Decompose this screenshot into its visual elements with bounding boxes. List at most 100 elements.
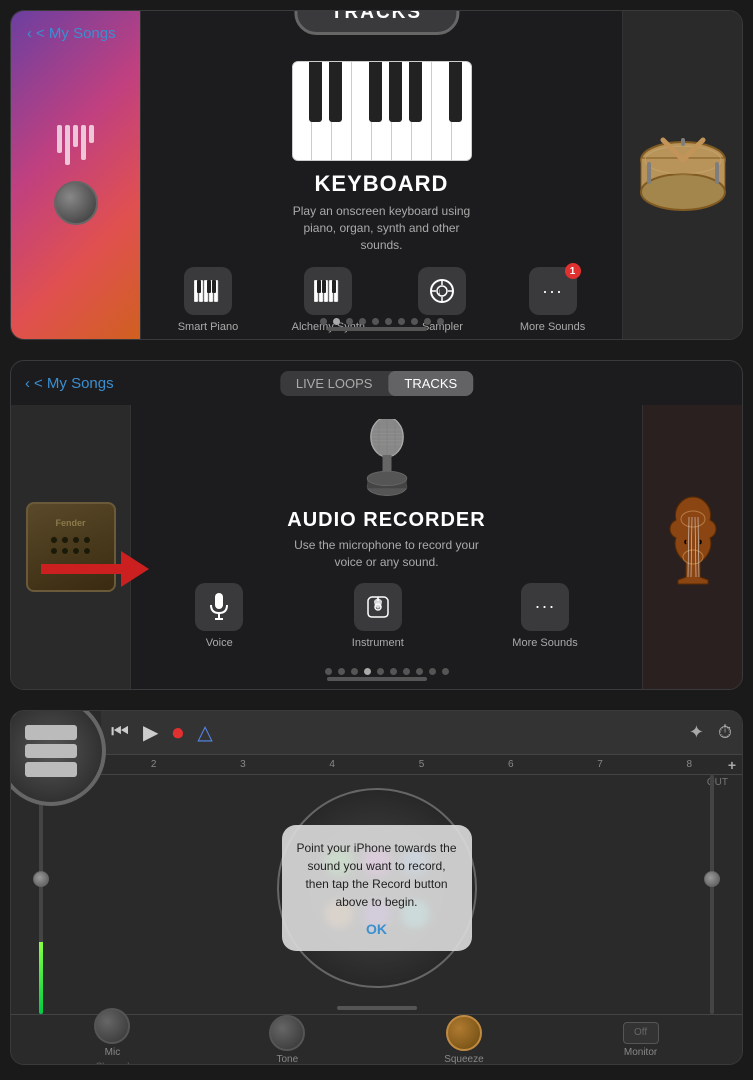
dot-7	[398, 318, 405, 325]
section1-tracks: TRACKS ‹ < My Songs	[10, 10, 743, 340]
dot2-1	[325, 668, 332, 675]
my-songs-link-2[interactable]: ‹ < My Songs	[25, 375, 114, 392]
grid-cell-3	[25, 762, 77, 777]
scrollbar-2	[327, 677, 427, 681]
record-button[interactable]: ⏺	[172, 720, 183, 746]
mic-label: Mic	[105, 1047, 121, 1058]
slider-thumb-right	[704, 871, 720, 887]
metronome-button[interactable]: △	[197, 720, 212, 745]
tone-knob[interactable]	[269, 1015, 305, 1051]
audio-title: AUDIO RECORDER	[287, 509, 485, 532]
ruler-label-5: 5	[377, 759, 466, 770]
play-button[interactable]: ▶	[143, 720, 158, 745]
mic-knob[interactable]	[94, 1008, 130, 1044]
monitor-control: Off Monitor	[623, 1022, 659, 1058]
drum-icon	[633, 130, 733, 220]
dot2-7	[403, 668, 410, 675]
live-loops-tab[interactable]: LIVE LOOPS	[280, 371, 389, 396]
grid-cell-1	[25, 725, 77, 740]
alchemy-icon	[304, 267, 352, 315]
monitor-off-label: Off	[634, 1027, 647, 1038]
instrument-label: Instrument	[352, 637, 404, 649]
ruler-label-8: 8	[645, 759, 734, 770]
slider-track-left	[39, 775, 43, 1014]
center-content-2: AUDIO RECORDER Use the microphone to rec…	[131, 405, 642, 689]
popup-text: Point your iPhone towards the sound you …	[296, 839, 458, 911]
ruler-label-3: 3	[198, 759, 287, 770]
voice-icon	[195, 583, 243, 631]
sun-icon[interactable]: ✦	[689, 722, 704, 743]
dot2-2	[338, 668, 345, 675]
violin-icon	[658, 492, 728, 602]
sampler-icon: ♩	[418, 267, 466, 315]
sub-inst-instrument[interactable]: Instrument	[352, 583, 404, 649]
section3-recording: ⏮ ▶ ⏺ △ ✦ ⏱ 2 3 4 5 6 7 8 + IN OUT	[10, 710, 743, 1065]
tracks-badge: TRACKS	[294, 10, 459, 35]
record-popup: Point your iPhone towards the sound you …	[282, 825, 472, 951]
dots-indicator-1	[141, 318, 622, 325]
dot2-5	[377, 668, 384, 675]
segmented-control: LIVE LOOPS TRACKS	[280, 371, 473, 396]
more-sounds-icon-2: ···	[521, 583, 569, 631]
squeeze-label: Squeeze	[444, 1054, 483, 1065]
squeeze-knob[interactable]	[446, 1015, 482, 1051]
keyboard-desc: Play an onscreen keyboard using piano, o…	[282, 203, 482, 253]
ruler-label-6: 6	[466, 759, 555, 770]
thumb-right-2	[642, 405, 742, 689]
center-content-1: KEYBOARD Play an onscreen keyboard using…	[141, 51, 622, 339]
voice-label: Voice	[206, 637, 233, 649]
clock-icon[interactable]: ⏱	[718, 722, 732, 743]
monitor-label: Monitor	[624, 1047, 657, 1058]
mic-channel-control: Mic Channel	[94, 1008, 130, 1065]
dot-4	[359, 318, 366, 325]
dot2-4	[364, 668, 371, 675]
dot-2	[333, 318, 340, 325]
ruler-label-4: 4	[288, 759, 377, 770]
my-songs-link-1[interactable]: ‹ < My Songs	[27, 25, 116, 42]
dot2-9	[429, 668, 436, 675]
transport-bar: ⏮ ▶ ⏺ △ ✦ ⏱	[101, 711, 742, 755]
ruler-label-2: 2	[109, 759, 198, 770]
keyboard-visual	[292, 61, 472, 161]
ruler-label-7: 7	[555, 759, 644, 770]
grid-icon	[25, 725, 77, 777]
audio-desc: Use the microphone to record your voice …	[287, 537, 487, 571]
bottom-controls: Mic Channel Tone Squeeze Off Monitor	[11, 1014, 742, 1064]
nav-bar-2: ‹ < My Songs LIVE LOOPS TRACKS	[11, 361, 742, 405]
dots-indicator-2	[131, 668, 642, 675]
level-indicator	[39, 942, 43, 1014]
dot-10	[437, 318, 444, 325]
dot-9	[424, 318, 431, 325]
thumb-left-1	[11, 11, 141, 339]
knob-thumb1	[54, 181, 98, 225]
dot2-10	[442, 668, 449, 675]
output-slider[interactable]	[702, 775, 722, 1014]
sub-inst-more-2[interactable]: ··· More Sounds	[512, 583, 577, 649]
sub-instruments-2: Voice Instrument ··· Mo	[131, 583, 642, 649]
badge-count: 1	[565, 263, 581, 279]
dot-8	[411, 318, 418, 325]
input-slider[interactable]	[31, 775, 51, 1014]
tracks-title: TRACKS	[331, 10, 422, 23]
thumb-right-1	[622, 11, 742, 339]
timeline-ruler: 2 3 4 5 6 7 8 +	[101, 755, 742, 775]
dot2-3	[351, 668, 358, 675]
thumb-left-2: Fender	[11, 405, 131, 689]
scrollbar-3	[337, 1006, 417, 1010]
sub-inst-voice[interactable]: Voice	[195, 583, 243, 649]
dot-3	[346, 318, 353, 325]
slider-track-right	[710, 775, 714, 1014]
monitor-toggle[interactable]: Off	[623, 1022, 659, 1044]
tracks-tab[interactable]: TRACKS	[388, 371, 473, 396]
mic-visual	[352, 419, 422, 509]
more-sounds-label-2: More Sounds	[512, 637, 577, 649]
add-track-button[interactable]: +	[728, 757, 736, 773]
smart-piano-icon	[184, 267, 232, 315]
popup-ok-button[interactable]: OK	[296, 921, 458, 937]
tone-control: Tone	[269, 1015, 305, 1065]
grid-button-circle[interactable]	[10, 710, 106, 806]
rewind-button[interactable]: ⏮	[111, 721, 129, 744]
slider-thumb-left	[33, 871, 49, 887]
dot-5	[372, 318, 379, 325]
grid-cell-2	[25, 744, 77, 759]
